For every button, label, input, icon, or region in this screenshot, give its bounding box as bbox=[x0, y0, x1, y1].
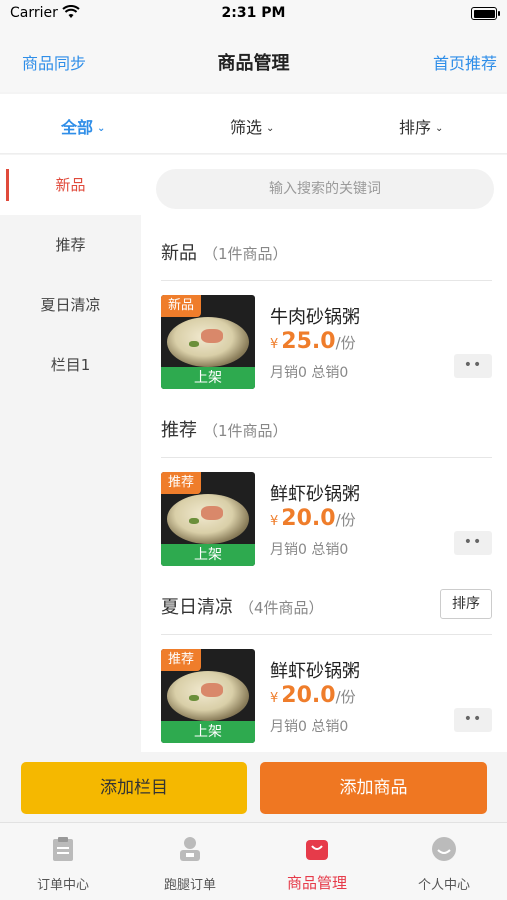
product-status: 上架 bbox=[161, 721, 255, 743]
more-options-icon[interactable]: •• bbox=[454, 708, 492, 732]
product-status: 上架 bbox=[161, 367, 255, 389]
product-badge: 推荐 bbox=[161, 649, 202, 671]
tab-label: 商品管理 bbox=[286, 874, 347, 892]
tab-label: 个人中心 bbox=[417, 878, 470, 893]
section-count: （1件商品） bbox=[203, 422, 288, 440]
product-item[interactable]: 推荐 上架 鲜虾砂锅粥 ¥20.0/份 月销0 总销0 •• bbox=[141, 635, 507, 752]
section-header: 推荐 （1件商品） bbox=[161, 400, 492, 458]
section-sort-button[interactable]: 排序 bbox=[440, 589, 492, 619]
section-count: （4件商品） bbox=[239, 599, 324, 617]
search-input[interactable]: 输入搜索的关键词 bbox=[156, 169, 494, 209]
home-recommend-button[interactable]: 首页推荐 bbox=[433, 50, 497, 74]
shopping-bag-icon bbox=[306, 840, 328, 860]
sidebar-item-new[interactable]: 新品 bbox=[0, 155, 141, 215]
tab-personal-center[interactable]: 个人中心 bbox=[381, 823, 507, 900]
add-column-button[interactable]: 添加栏目 bbox=[21, 762, 247, 814]
section-count: （1件商品） bbox=[203, 245, 288, 263]
product-image: 推荐 上架 bbox=[161, 472, 255, 566]
filter-screen-dropdown[interactable]: 筛选 ⌄ bbox=[230, 114, 274, 138]
product-name: 鲜虾砂锅粥 bbox=[270, 661, 360, 682]
product-panel: 输入搜索的关键词 新品 （1件商品） 新品 上架 牛肉砂锅粥 ¥25.0/份 月销… bbox=[141, 155, 507, 752]
tab-order-center[interactable]: 订单中心 bbox=[0, 823, 126, 900]
product-list: 新品 （1件商品） 新品 上架 牛肉砂锅粥 ¥25.0/份 月销0 总销0 •• … bbox=[141, 223, 507, 752]
product-sales: 月销0 总销0 bbox=[270, 542, 349, 558]
page-title: 商品管理 bbox=[217, 53, 290, 74]
product-badge: 推荐 bbox=[161, 472, 202, 494]
product-name: 牛肉砂锅粥 bbox=[270, 307, 360, 328]
nav-bar: 商品同步 商品管理 首页推荐 bbox=[0, 30, 507, 92]
tab-errand-orders[interactable]: 跑腿订单 bbox=[127, 823, 253, 900]
tab-label: 订单中心 bbox=[36, 878, 89, 893]
more-options-icon[interactable]: •• bbox=[454, 354, 492, 378]
filter-screen-label: 筛选 bbox=[230, 118, 263, 137]
chevron-down-icon: ⌄ bbox=[435, 123, 444, 134]
chevron-down-icon: ⌄ bbox=[266, 123, 275, 134]
sidebar-item-column1[interactable]: 栏目1 bbox=[0, 335, 141, 395]
product-price: ¥20.0/份 bbox=[270, 683, 356, 708]
category-sidebar: 新品 推荐 夏日清凉 栏目1 bbox=[0, 155, 141, 752]
product-item[interactable]: 新品 上架 牛肉砂锅粥 ¥25.0/份 月销0 总销0 •• bbox=[141, 281, 507, 400]
sidebar-item-recommend[interactable]: 推荐 bbox=[0, 215, 141, 275]
product-sales: 月销0 总销0 bbox=[270, 719, 349, 735]
product-image: 推荐 上架 bbox=[161, 649, 255, 743]
clipboard-icon bbox=[53, 837, 73, 861]
filter-all-label: 全部 bbox=[61, 118, 94, 137]
section-new: 新品 （1件商品） 新品 上架 牛肉砂锅粥 ¥25.0/份 月销0 总销0 •• bbox=[141, 223, 507, 400]
filter-sort-dropdown[interactable]: 排序 ⌄ bbox=[399, 114, 443, 138]
product-badge: 新品 bbox=[161, 295, 202, 317]
filter-bar: 全部 ⌄ 筛选 ⌄ 排序 ⌄ bbox=[0, 94, 507, 154]
filter-all-dropdown[interactable]: 全部 ⌄ bbox=[61, 114, 105, 138]
product-status: 上架 bbox=[161, 544, 255, 566]
add-product-button[interactable]: 添加商品 bbox=[260, 762, 487, 814]
product-image: 新品 上架 bbox=[161, 295, 255, 389]
more-options-icon[interactable]: •• bbox=[454, 531, 492, 555]
product-name: 鲜虾砂锅粥 bbox=[270, 484, 360, 505]
section-title: 推荐 （1件商品） bbox=[161, 420, 288, 441]
clock: 2:31 PM bbox=[221, 5, 286, 21]
tab-bar: 订单中心 跑腿订单 商品管理 个人中心 bbox=[0, 822, 507, 900]
chevron-down-icon: ⌄ bbox=[97, 123, 106, 134]
courier-icon bbox=[180, 837, 200, 861]
section-recommend: 推荐 （1件商品） 推荐 上架 鲜虾砂锅粥 ¥20.0/份 月销0 总销0 •• bbox=[141, 400, 507, 577]
status-bar: Carrier 2:31 PM bbox=[0, 0, 507, 30]
product-price: ¥25.0/份 bbox=[270, 329, 356, 354]
section-title: 夏日清凉 （4件商品） bbox=[161, 597, 324, 618]
product-sales: 月销0 总销0 bbox=[270, 365, 349, 381]
action-bar: 添加栏目 添加商品 bbox=[0, 752, 507, 822]
filter-sort-label: 排序 bbox=[399, 118, 432, 137]
section-title: 新品 （1件商品） bbox=[161, 243, 288, 264]
tab-label: 跑腿订单 bbox=[163, 878, 216, 893]
smile-face-icon bbox=[432, 837, 456, 861]
section-summer: 夏日清凉 （4件商品） 排序 推荐 上架 鲜虾砂锅粥 ¥20.0/份 月销0 总销… bbox=[141, 577, 507, 752]
section-header: 新品 （1件商品） bbox=[161, 223, 492, 281]
tab-product-management[interactable]: 商品管理 bbox=[254, 823, 380, 900]
product-price: ¥20.0/份 bbox=[270, 506, 356, 531]
battery-icon bbox=[471, 7, 500, 20]
product-item[interactable]: 推荐 上架 鲜虾砂锅粥 ¥20.0/份 月销0 总销0 •• bbox=[141, 458, 507, 577]
section-header: 夏日清凉 （4件商品） 排序 bbox=[161, 577, 492, 635]
sidebar-item-summer[interactable]: 夏日清凉 bbox=[0, 275, 141, 335]
